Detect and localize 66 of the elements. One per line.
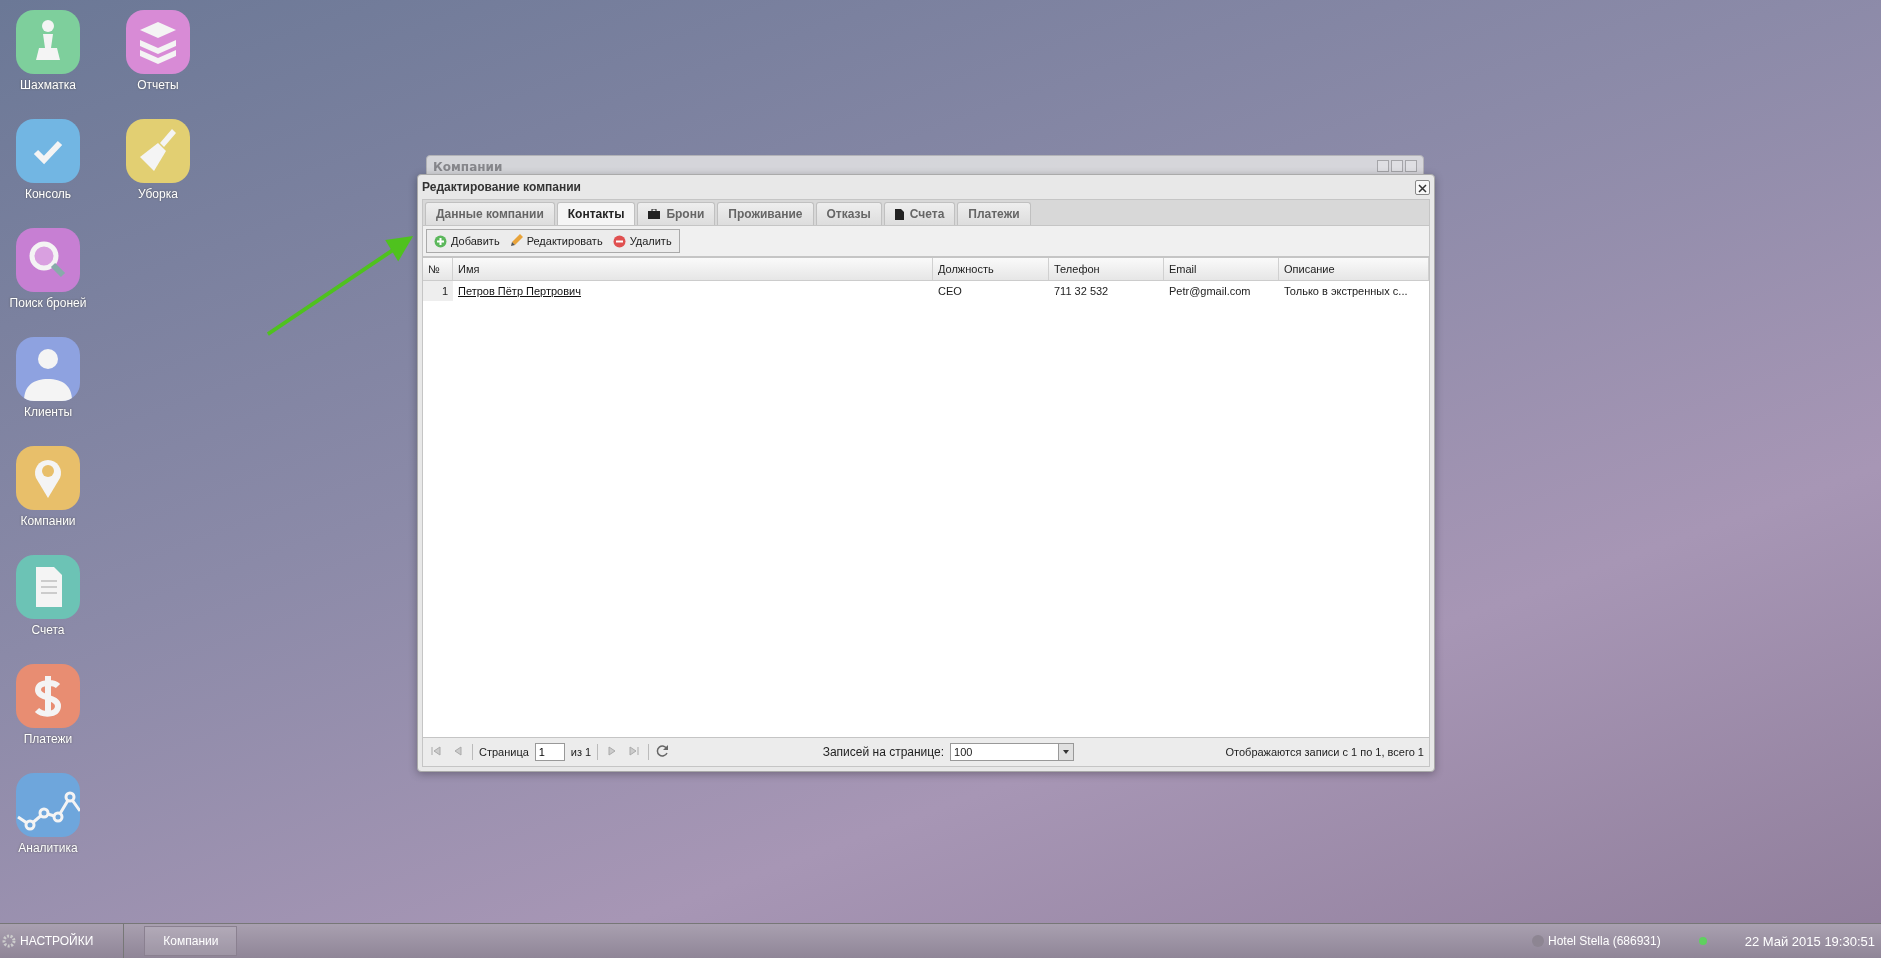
toolbar-button[interactable]: Удалить <box>610 233 674 249</box>
page-size-select[interactable]: 100 <box>950 743 1075 761</box>
maximize-button[interactable] <box>1391 160 1403 172</box>
app-label[interactable]: Отчеты <box>137 78 179 92</box>
app-label[interactable]: Шахматка <box>20 78 76 92</box>
briefcase-icon <box>648 209 661 219</box>
column-header[interactable]: Имя <box>453 258 933 280</box>
app-label[interactable]: Уборка <box>138 187 178 201</box>
table-cell-text: 711 32 532 <box>1053 284 1110 299</box>
records-summary: Отображаются записи с 1 по 1, всего 1 <box>1225 746 1424 758</box>
toolbar-button[interactable]: Редактировать <box>507 233 605 249</box>
tab[interactable]: Брони <box>637 202 716 225</box>
column-header[interactable]: № <box>423 258 453 280</box>
tab[interactable]: Контакты <box>556 202 636 225</box>
tab[interactable]: Отказы <box>815 202 882 225</box>
plus-icon <box>434 234 447 248</box>
checkmark-icon[interactable] <box>16 119 80 183</box>
minus-icon <box>612 234 626 248</box>
app-label[interactable]: Счета <box>31 623 65 637</box>
gear-icon <box>2 934 16 948</box>
column-header[interactable]: Телефон <box>1049 258 1164 280</box>
column-header[interactable]: Должность <box>933 258 1049 280</box>
books-icon[interactable] <box>126 10 190 74</box>
toolbar-button[interactable]: Добавить <box>432 233 502 249</box>
broom-icon[interactable] <box>126 119 190 183</box>
tab[interactable]: Платежи <box>957 202 1031 225</box>
settings-button[interactable]: НАСТРОЙКИ <box>0 924 125 958</box>
app-label[interactable]: Поиск броней <box>9 296 87 310</box>
tab[interactable]: Счета <box>883 202 956 225</box>
date-time: 22 Май 2015 19:30:51 <box>1744 933 1875 949</box>
person-icon[interactable] <box>16 337 80 401</box>
app-label[interactable]: Компании <box>20 514 76 528</box>
document-icon[interactable] <box>16 555 80 619</box>
taskbar-item[interactable]: Компании <box>144 926 238 956</box>
document-icon <box>894 208 904 220</box>
pawn-icon[interactable] <box>16 10 80 74</box>
page-count: из 1 <box>570 746 592 758</box>
page-size-label: Записей на странице: <box>822 745 945 759</box>
dollar-icon[interactable] <box>16 664 80 728</box>
minimize-button[interactable] <box>1377 160 1389 172</box>
table-cell-text: Petr@gmail.com <box>1168 284 1252 299</box>
column-header[interactable]: Email <box>1164 258 1279 280</box>
close-button[interactable] <box>1415 179 1430 195</box>
table-cell-text: CEO <box>937 284 963 299</box>
window-title: Компании <box>433 160 503 174</box>
last-page-icon <box>628 744 641 757</box>
window-title: Редактирование компании <box>422 180 581 194</box>
table-cell: 1 <box>423 281 453 301</box>
tab[interactable]: Проживание <box>717 202 814 225</box>
page-input[interactable]: 1 <box>534 743 565 761</box>
previous-icon <box>452 744 464 757</box>
app-label[interactable]: Клиенты <box>23 405 73 419</box>
app-label[interactable]: Аналитика <box>18 841 78 855</box>
search-icon[interactable] <box>16 228 80 292</box>
map-pin-icon[interactable] <box>16 446 80 510</box>
page-label: Страница <box>479 746 529 758</box>
pencil-icon <box>509 234 523 248</box>
app-label[interactable]: Платежи <box>23 732 73 746</box>
tab[interactable]: Данные компании <box>425 202 555 225</box>
column-header[interactable]: Описание <box>1279 258 1429 280</box>
app-label[interactable]: Консоль <box>24 187 72 201</box>
hotel-name: Hotel Stella (686931) <box>1547 934 1661 948</box>
line-chart-icon[interactable] <box>16 773 80 837</box>
first-page-icon <box>430 744 442 757</box>
contact-link[interactable]: Петров Пётр Пертрович <box>458 285 581 297</box>
table-cell-text: Только в экстренных с... <box>1283 284 1409 299</box>
